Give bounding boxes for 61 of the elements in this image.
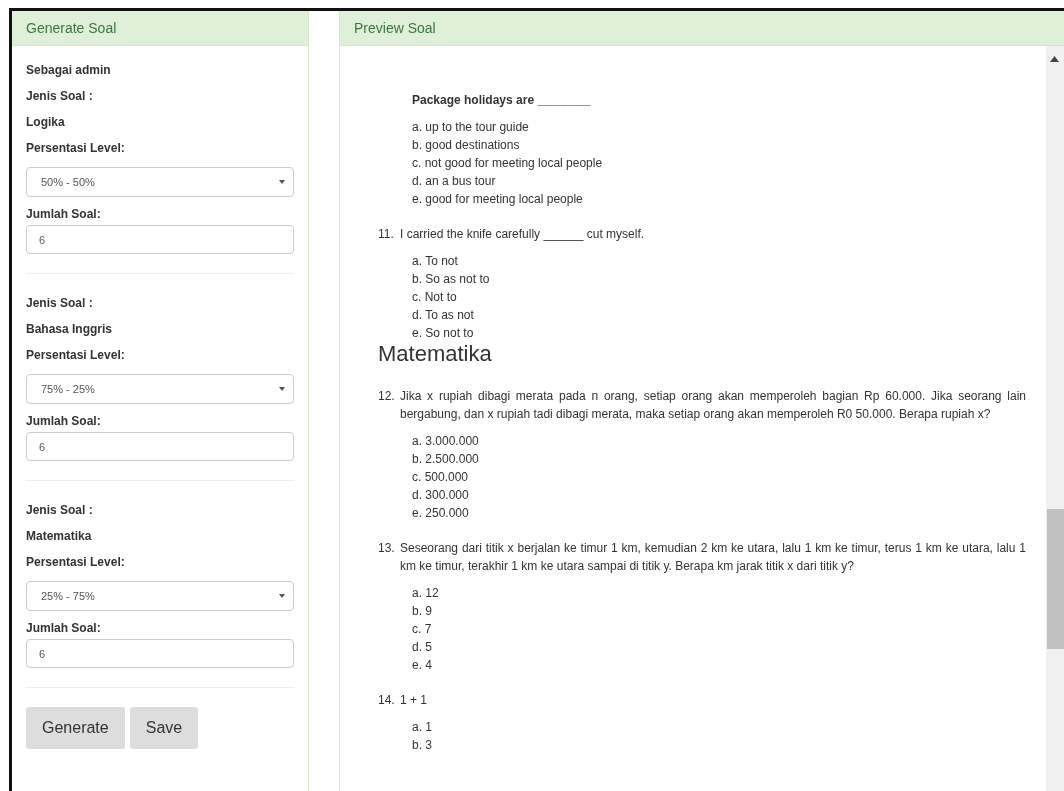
answer-option: a. 3.000.000: [412, 432, 1026, 450]
field-label: Jenis Soal :: [26, 296, 94, 310]
question-text: I carried the knife carefully ______ cut myself.: [400, 226, 645, 243]
answer-option: d. 5: [412, 638, 1026, 656]
answer-option: d. an a bus tour: [412, 172, 1026, 190]
answer-option: c. not good for meeting local people: [412, 154, 1026, 172]
panel-title: Preview Soal: [354, 20, 436, 36]
answer-option: a. 1: [412, 718, 1026, 736]
panel-title: Generate Soal: [26, 20, 117, 36]
answer-option: d. To as not: [412, 306, 1026, 324]
field-label: Jenis Soal :: [26, 503, 94, 517]
caret-icon: [279, 594, 285, 598]
caret-icon: [279, 387, 285, 391]
field-label: Persentasi Level:: [26, 348, 126, 362]
answer-option: a. To not: [412, 252, 1026, 270]
generate-button[interactable]: Generate: [26, 707, 125, 749]
answer-option: c. 500.000: [412, 468, 1026, 486]
answer-option: a. 12: [412, 584, 1026, 602]
question-text: Package holidays are ________: [412, 92, 591, 109]
answer-option: d. 300.000: [412, 486, 1026, 504]
answer-option: c. 7: [412, 620, 1026, 638]
count-field[interactable]: 6: [26, 225, 294, 254]
caret-icon: [279, 180, 285, 184]
count-field[interactable]: 6: [26, 639, 294, 668]
question-number: 14.: [378, 692, 396, 709]
section-heading: Matematika: [378, 341, 493, 367]
answer-option: b. 3: [412, 736, 1026, 754]
question-type: Logika: [26, 115, 66, 129]
level-select[interactable]: 50% - 50%: [26, 167, 294, 197]
scroll-up-icon[interactable]: [1050, 56, 1059, 62]
field-label: Persentasi Level:: [26, 141, 126, 155]
question-number: 11.: [378, 226, 395, 243]
question-text: Seseorang dari titik x berjalan ke timur 1 km, kemudian 2 km ke utara, lalu 1 km ke timur, terus 1 km ke utara, lalu 1 km ke timur, terakhir 1 km ke utara sampai di titik y. Berapa km jarak titik x dari titik y?: [400, 540, 1026, 575]
answer-option: e. 4: [412, 656, 1026, 674]
field-label: Persentasi Level:: [26, 555, 126, 569]
field-label: Jumlah Soal:: [26, 414, 102, 428]
count-field[interactable]: 6: [26, 432, 294, 461]
answer-option: e. good for meeting local people: [412, 190, 1026, 208]
field-label: Jenis Soal :: [26, 89, 94, 103]
answer-option: e. 250.000: [412, 504, 1026, 522]
field-label: Jumlah Soal:: [26, 207, 102, 221]
level-select[interactable]: 25% - 75%: [26, 581, 294, 611]
answer-option: e. So not to: [412, 324, 1026, 342]
question-type: Bahasa Inggris: [26, 322, 114, 336]
level-select[interactable]: 75% - 25%: [26, 374, 294, 404]
save-button[interactable]: Save: [129, 707, 199, 749]
question-type: Matematika: [26, 529, 93, 543]
question-number: 13.: [378, 540, 396, 557]
answer-option: a. up to the tour guide: [412, 118, 1026, 136]
question-text: Jika x rupiah dibagi merata pada n orang, setiap orang akan memperoleh bagian Rp 60.000. Jika seorang lain bergabung, dan x rupiah tadi dibagi merata, maka setiap orang akan memperoleh R0 50.000. Berapa rupiah x?: [400, 388, 1026, 423]
scrollbar-thumb[interactable]: [1047, 509, 1064, 649]
question-text: 1 + 1: [400, 692, 428, 709]
answer-option: b. 9: [412, 602, 1026, 620]
answer-option: b. So as not to: [412, 270, 1026, 288]
question-number: 12.: [378, 388, 396, 405]
field-label: Jumlah Soal:: [26, 621, 102, 635]
scrollbar[interactable]: [1046, 46, 1064, 791]
answer-option: c. Not to: [412, 288, 1026, 306]
answer-option: b. good destinations: [412, 136, 1026, 154]
role-label: Sebagai admin: [26, 63, 112, 77]
answer-option: b. 2.500.000: [412, 450, 1026, 468]
